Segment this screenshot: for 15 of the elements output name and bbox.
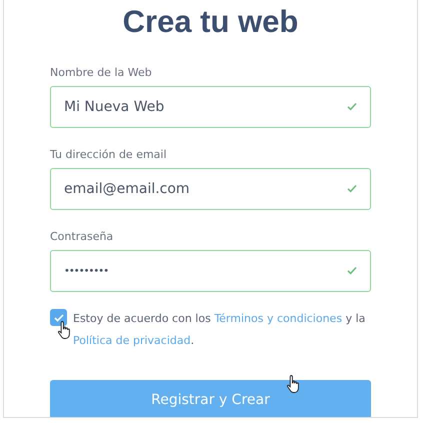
input-field[interactable]: Mi Nueva Web xyxy=(50,86,371,128)
input-field[interactable]: ••••••••• xyxy=(50,250,371,292)
check-icon xyxy=(347,266,357,275)
hand-cursor-icon xyxy=(57,320,73,340)
field-label: Tu dirección de email xyxy=(50,148,167,162)
hand-cursor-icon xyxy=(286,374,302,394)
check-icon xyxy=(347,184,357,193)
agree-checkbox[interactable] xyxy=(50,309,67,326)
page-title: Crea tu web xyxy=(122,4,298,40)
check-icon xyxy=(54,314,64,322)
input-field[interactable]: email@email.com xyxy=(50,168,371,210)
check-icon xyxy=(347,102,357,111)
field-label: Contraseña xyxy=(50,230,114,244)
field-label: Nombre de la Web xyxy=(50,66,152,80)
agreement-text: Estoy de acuerdo con los Términos y condiciones y la Política de privacidad. xyxy=(73,311,366,349)
